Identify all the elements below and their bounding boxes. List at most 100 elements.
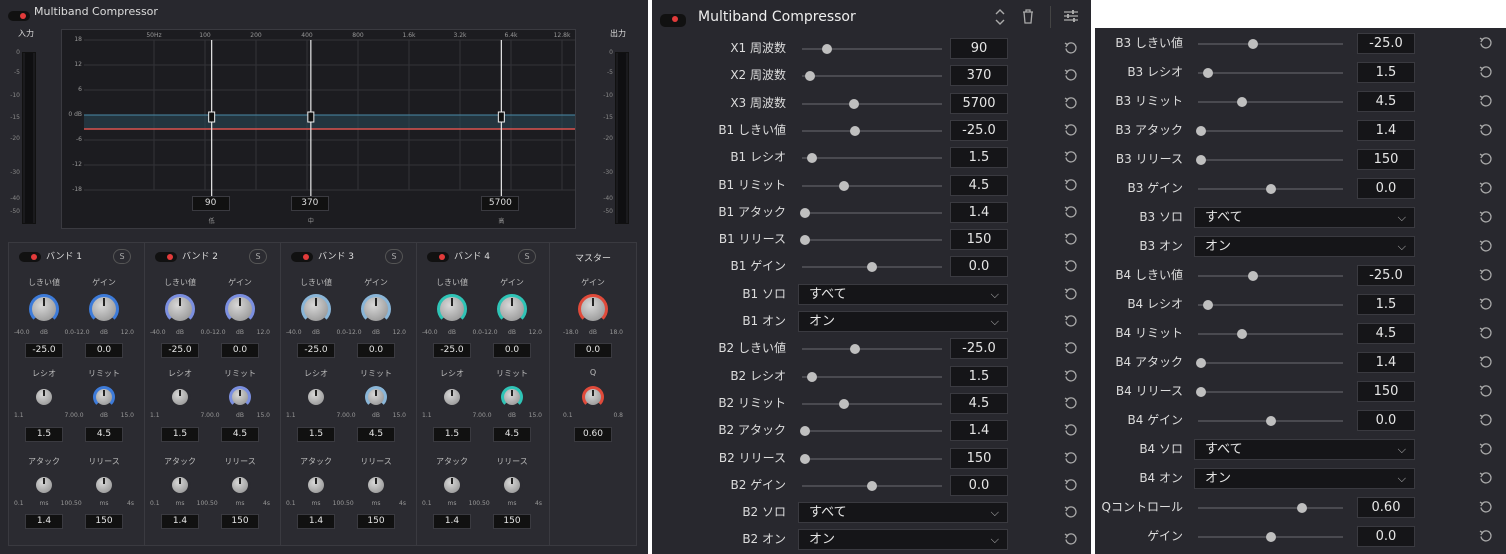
slider-handle[interactable] xyxy=(1203,68,1214,78)
reset-icon[interactable] xyxy=(1064,178,1078,192)
band-2-solo-button[interactable]: S xyxy=(249,249,267,264)
reset-icon[interactable] xyxy=(1064,232,1078,246)
slider-handle[interactable] xyxy=(1195,358,1206,368)
reset-icon[interactable] xyxy=(1064,205,1078,219)
slider-handle[interactable] xyxy=(1203,300,1214,310)
master-gain-knob[interactable] xyxy=(578,294,608,324)
reset-icon[interactable] xyxy=(1064,150,1078,164)
reset-icon[interactable] xyxy=(1064,505,1078,519)
settings-sliders-icon[interactable] xyxy=(1063,8,1079,24)
slider-track[interactable] xyxy=(802,75,942,78)
parameter-value[interactable]: 1.5 xyxy=(1357,62,1415,83)
reset-icon[interactable] xyxy=(1479,268,1493,282)
parameter-value[interactable]: 150 xyxy=(950,447,1008,469)
gain-knob[interactable] xyxy=(497,294,527,324)
limit-knob[interactable] xyxy=(501,386,523,408)
ratio-knob[interactable] xyxy=(33,386,55,408)
release-value[interactable]: 150 xyxy=(357,514,395,529)
crossover-value[interactable]: 5700 xyxy=(481,196,520,211)
parameter-value[interactable]: -25.0 xyxy=(950,338,1008,360)
parameter-value[interactable]: -25.0 xyxy=(1357,33,1415,54)
gain-value[interactable]: 0.0 xyxy=(493,343,531,358)
reset-icon[interactable] xyxy=(1479,413,1493,427)
crossover-value[interactable]: 370 xyxy=(290,196,329,211)
slider-track[interactable] xyxy=(802,457,942,460)
reset-icon[interactable] xyxy=(1479,297,1493,311)
slider-handle[interactable] xyxy=(867,480,877,491)
reset-icon[interactable] xyxy=(1479,500,1493,514)
gain-value[interactable]: 0.0 xyxy=(357,343,395,358)
attack-value[interactable]: 1.4 xyxy=(297,514,335,529)
reset-icon[interactable] xyxy=(1064,287,1078,301)
slider-track[interactable] xyxy=(802,211,942,214)
parameter-value[interactable]: 0.0 xyxy=(950,474,1008,496)
reset-icon[interactable] xyxy=(1479,384,1493,398)
parameter-dropdown[interactable]: オン ⌵ xyxy=(1194,468,1415,489)
slider-handle[interactable] xyxy=(1265,416,1276,426)
reset-icon[interactable] xyxy=(1064,123,1078,137)
slider-handle[interactable] xyxy=(1265,532,1276,542)
reset-icon[interactable] xyxy=(1064,451,1078,465)
parameter-value[interactable]: 4.5 xyxy=(1357,91,1415,112)
slider-handle[interactable] xyxy=(1195,387,1206,397)
slider-track[interactable] xyxy=(802,375,942,378)
attack-knob[interactable] xyxy=(441,474,463,496)
reset-icon[interactable] xyxy=(1064,369,1078,383)
master-gain-value[interactable]: 0.0 xyxy=(574,343,612,358)
release-value[interactable]: 150 xyxy=(85,514,123,529)
parameter-dropdown[interactable]: すべて ⌵ xyxy=(798,283,1008,305)
gain-value[interactable]: 0.0 xyxy=(85,343,123,358)
limit-knob[interactable] xyxy=(93,386,115,408)
parameter-value[interactable]: 4.5 xyxy=(1357,323,1415,344)
ratio-value[interactable]: 1.5 xyxy=(297,427,335,442)
attack-knob[interactable] xyxy=(169,474,191,496)
reset-icon[interactable] xyxy=(1064,314,1078,328)
slider-handle[interactable] xyxy=(839,398,849,409)
release-knob[interactable] xyxy=(229,474,251,496)
reset-icon[interactable] xyxy=(1064,532,1078,546)
limit-value[interactable]: 4.5 xyxy=(221,427,259,442)
band-3-solo-button[interactable]: S xyxy=(385,249,403,264)
slider-handle[interactable] xyxy=(1248,271,1259,281)
slider-handle[interactable] xyxy=(867,262,877,273)
parameter-dropdown[interactable]: オン ⌵ xyxy=(798,529,1008,551)
slider-handle[interactable] xyxy=(848,98,859,109)
band-1-solo-button[interactable]: S xyxy=(113,249,131,264)
slider-handle[interactable] xyxy=(1236,97,1247,107)
parameter-value[interactable]: 1.4 xyxy=(950,201,1008,223)
gain-knob[interactable] xyxy=(225,294,255,324)
parameter-value[interactable]: 0.0 xyxy=(1357,526,1415,547)
slider-handle[interactable] xyxy=(799,235,810,246)
reset-icon[interactable] xyxy=(1479,326,1493,340)
ratio-value[interactable]: 1.5 xyxy=(161,427,199,442)
slider-track[interactable] xyxy=(802,102,942,105)
band-2-toggle[interactable] xyxy=(155,251,177,262)
release-value[interactable]: 150 xyxy=(493,514,531,529)
slider-handle[interactable] xyxy=(1265,184,1276,194)
parameter-value[interactable]: 370 xyxy=(950,65,1008,87)
threshold-value[interactable]: -25.0 xyxy=(161,343,199,358)
slider-track[interactable] xyxy=(1198,391,1343,393)
slider-track[interactable] xyxy=(1198,130,1343,132)
limit-value[interactable]: 4.5 xyxy=(357,427,395,442)
q-value[interactable]: 0.60 xyxy=(574,427,612,442)
parameter-value[interactable]: 90 xyxy=(950,38,1008,59)
sort-arrows-icon[interactable] xyxy=(993,7,1007,27)
band-3-toggle[interactable] xyxy=(291,251,313,262)
slider-handle[interactable] xyxy=(799,207,810,218)
slider-handle[interactable] xyxy=(839,180,849,191)
reset-icon[interactable] xyxy=(1479,36,1493,50)
reset-icon[interactable] xyxy=(1479,471,1493,485)
parameter-dropdown[interactable]: オン ⌵ xyxy=(798,311,1008,332)
ratio-knob[interactable] xyxy=(169,386,191,408)
reset-icon[interactable] xyxy=(1064,478,1078,492)
slider-track[interactable] xyxy=(802,129,942,132)
parameter-value[interactable]: 150 xyxy=(1357,381,1415,402)
parameter-value[interactable]: 150 xyxy=(950,229,1008,251)
parameter-value[interactable]: -25.0 xyxy=(1357,265,1415,286)
slider-track[interactable] xyxy=(802,348,942,351)
parameter-value[interactable]: 1.4 xyxy=(1357,120,1415,141)
parameter-value[interactable]: 0.0 xyxy=(950,256,1008,278)
band-4-toggle[interactable] xyxy=(427,251,449,262)
limit-knob[interactable] xyxy=(365,386,387,408)
